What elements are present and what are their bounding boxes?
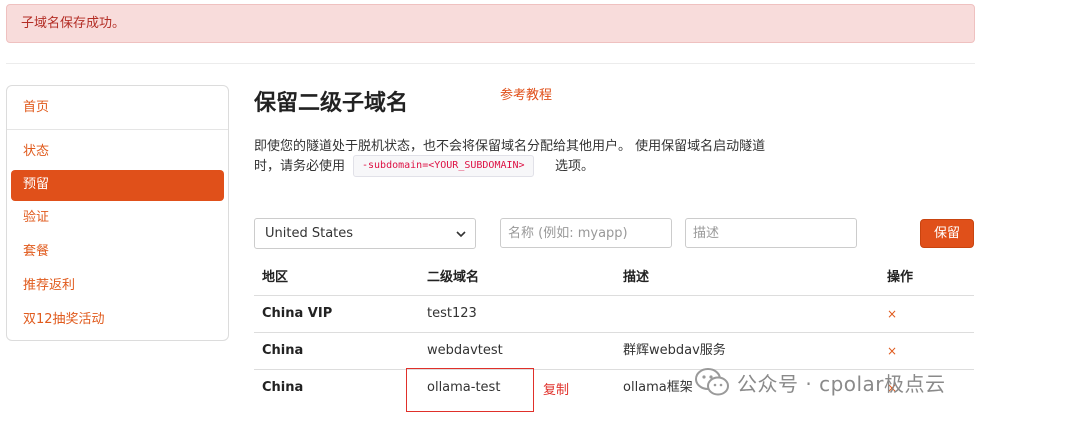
sidebar-item-verify[interactable]: 验证 bbox=[23, 208, 49, 228]
table-cell-subdomain: webdavtest bbox=[427, 343, 503, 358]
name-input[interactable] bbox=[500, 218, 672, 248]
watermark-text: 公众号 · cpolar极点云 bbox=[737, 371, 946, 396]
column-header-description: 描述 bbox=[623, 270, 650, 285]
highlight-annotation-box bbox=[406, 368, 534, 412]
sidebar-item-reserved[interactable]: 预留 bbox=[11, 170, 224, 201]
sidebar-item-referral[interactable]: 推荐返利 bbox=[23, 276, 75, 296]
table-row-divider bbox=[254, 332, 974, 333]
region-select-value: United States bbox=[265, 226, 354, 241]
description-text: 即使您的隧道处于脱机状态，也不会将保留域名分配给其他用户。 使用保留域名启动隧道 bbox=[254, 139, 766, 154]
table-cell-region: China bbox=[262, 380, 304, 395]
table-row-divider bbox=[254, 295, 974, 296]
column-header-region: 地区 bbox=[262, 270, 289, 285]
description-input[interactable] bbox=[685, 218, 857, 248]
column-header-subdomain: 二级域名 bbox=[427, 270, 480, 285]
table-cell-region: China VIP bbox=[262, 306, 333, 321]
region-select[interactable]: United States bbox=[254, 218, 476, 249]
copy-annotation-label: 复制 bbox=[543, 383, 570, 398]
delete-icon[interactable]: × bbox=[887, 304, 897, 324]
table-cell-region: China bbox=[262, 343, 304, 358]
reserve-button[interactable]: 保留 bbox=[920, 219, 974, 248]
tutorial-link[interactable]: 参考教程 bbox=[500, 86, 552, 106]
column-header-action: 操作 bbox=[887, 270, 914, 285]
sidebar-nav: 首页 状态 预留 验证 套餐 推荐返利 双12抽奖活动 bbox=[6, 85, 229, 341]
table-cell-subdomain: test123 bbox=[427, 306, 477, 321]
watermark: 公众号 · cpolar极点云 bbox=[695, 364, 946, 400]
sidebar-item-promo[interactable]: 双12抽奖活动 bbox=[23, 310, 105, 330]
sidebar-item-label: 预留 bbox=[23, 177, 50, 192]
chevron-down-icon bbox=[456, 231, 466, 238]
description-text-prefix: 时，请务必使用 bbox=[254, 159, 346, 174]
subdomain-code-snippet: -subdomain=<YOUR_SUBDOMAIN> bbox=[353, 155, 534, 177]
sidebar-divider bbox=[7, 129, 228, 130]
delete-icon[interactable]: × bbox=[887, 341, 897, 361]
table-cell-description: 群辉webdav服务 bbox=[623, 343, 726, 358]
sidebar-item-home[interactable]: 首页 bbox=[23, 98, 49, 118]
table-cell-description: ollama框架 bbox=[623, 380, 693, 395]
description-text-suffix: 选项。 bbox=[555, 159, 595, 174]
sidebar-item-plans[interactable]: 套餐 bbox=[23, 242, 49, 262]
sidebar-item-status[interactable]: 状态 bbox=[23, 142, 49, 162]
page-title: 保留二级子域名 bbox=[254, 91, 409, 116]
success-alert: 子域名保存成功。 bbox=[6, 4, 975, 43]
wechat-icon bbox=[695, 368, 729, 396]
alert-message: 子域名保存成功。 bbox=[21, 16, 126, 31]
divider bbox=[6, 63, 975, 64]
